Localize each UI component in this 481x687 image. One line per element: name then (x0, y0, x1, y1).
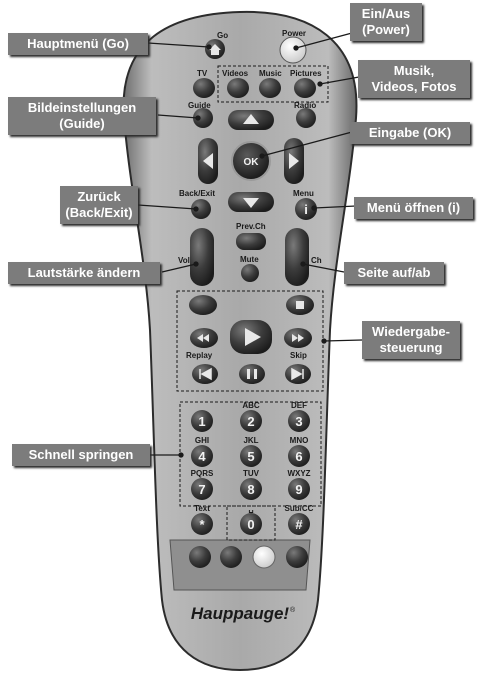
key-digit-label: 8 (247, 482, 254, 497)
videos-label: Videos (222, 69, 249, 78)
brand-logo: Hauppauge! (191, 604, 290, 623)
callout-playback-line2: steuerung (379, 340, 443, 355)
key-letters-label: GHI (195, 436, 209, 445)
go-label: Go (217, 31, 228, 40)
callout-menu-text: Menü öffnen (i) (366, 200, 461, 215)
videos-button[interactable] (227, 78, 249, 98)
pause-icon-bar (254, 369, 257, 379)
key-digit-label: 6 (295, 449, 302, 464)
callout-guide-line1: Bildeinstellungen (27, 100, 137, 115)
key-digit-label: # (295, 517, 303, 532)
key-digit-label: 4 (198, 449, 206, 464)
record-button[interactable] (189, 295, 217, 315)
callout-guide: Bildeinstellungen (Guide) (8, 97, 156, 135)
color-button-4[interactable] (286, 546, 308, 568)
callout-back-line2: (Back/Exit) (65, 205, 133, 220)
key-digit-label: 1 (198, 414, 205, 429)
callout-volume: Lautstärke ändern (8, 262, 160, 284)
key-letters-label: Sub/CC (285, 504, 314, 513)
pictures-button[interactable] (294, 78, 316, 98)
callout-media: Musik, Videos, Fotos (358, 60, 470, 98)
callout-ok-text: Eingabe (OK) (368, 125, 452, 140)
brand-trademark: ® (290, 606, 296, 614)
channel-rocker[interactable] (285, 228, 309, 286)
music-label: Music (259, 69, 282, 78)
tv-button[interactable] (193, 78, 215, 98)
callout-volume-text: Lautstärke ändern (27, 265, 141, 280)
key-letters-label: ␣ (248, 504, 253, 513)
key-digit-label: 5 (247, 449, 254, 464)
callout-media-line2: Videos, Fotos (371, 79, 457, 94)
key-digit-label: 7 (198, 482, 205, 497)
color-button-2[interactable] (220, 546, 242, 568)
ch-label: Ch (311, 256, 322, 265)
color-button-1[interactable] (189, 546, 211, 568)
menu-label: Menu (293, 189, 314, 198)
key-digit-label: 9 (295, 482, 302, 497)
back-exit-label: Back/Exit (179, 189, 215, 198)
key-letters-label: JKL (243, 436, 258, 445)
key-letters-label: Text (194, 504, 210, 513)
key-letters-label: ABC (242, 401, 260, 410)
power-button[interactable] (279, 36, 307, 64)
pictures-label: Pictures (290, 69, 322, 78)
key-letters-label: DEF (291, 401, 307, 410)
radio-button[interactable] (296, 108, 316, 128)
key-letters-label: MNO (290, 436, 309, 445)
callout-channel-text: Seite auf/ab (357, 265, 431, 280)
pause-button[interactable] (239, 364, 265, 384)
callout-back-line1: Zurück (77, 189, 121, 204)
callout-hauptmenu-text: Hauptmenü (Go) (27, 36, 129, 51)
callout-playback-line1: Wiedergabe- (372, 324, 450, 339)
mute-label: Mute (240, 255, 259, 264)
volume-rocker[interactable] (190, 228, 214, 286)
callout-media-line1: Musik, (393, 63, 435, 78)
ok-label: OK (244, 157, 260, 168)
key-digit-label: 3 (295, 414, 302, 429)
callout-power-line1: Ein/Aus (361, 6, 411, 21)
color-button-3[interactable] (252, 545, 276, 569)
callout-numbers: Schnell springen (12, 444, 150, 466)
info-icon: i (304, 202, 308, 217)
callout-power: Ein/Aus (Power) (350, 3, 422, 41)
key-letters-label: WXYZ (287, 469, 310, 478)
callout-menu: Menü öffnen (i) (354, 197, 473, 219)
key-digit-label: 2 (247, 414, 254, 429)
callout-ok: Eingabe (OK) (350, 122, 470, 144)
replay-label: Replay (186, 351, 213, 360)
prev-ch-label: Prev.Ch (236, 222, 266, 231)
callout-guide-line2: (Guide) (59, 116, 105, 131)
key-letters-label: PQRS (191, 469, 214, 478)
callout-power-line2: (Power) (362, 22, 410, 37)
callout-numbers-text: Schnell springen (28, 447, 134, 462)
prev-ch-button[interactable] (236, 233, 266, 250)
key-letters-label: TUV (243, 469, 260, 478)
callout-playback: Wiedergabe- steuerung (362, 321, 460, 359)
callout-channel: Seite auf/ab (344, 262, 444, 284)
callout-hauptmenu: Hauptmenü (Go) (8, 33, 148, 55)
stop-icon (296, 301, 304, 309)
key-digit-label: 0 (247, 517, 254, 532)
callout-back: Zurück (Back/Exit) (60, 186, 138, 224)
bottom-panel (169, 539, 311, 591)
tv-label: TV (197, 69, 208, 78)
skip-label: Skip (290, 351, 307, 360)
mute-button[interactable] (241, 264, 259, 282)
music-button[interactable] (259, 78, 281, 98)
remote-diagram: Go Power TV Videos Music Pictures Guide … (0, 0, 481, 682)
vol-label: Vol (178, 256, 190, 265)
pause-icon (247, 369, 250, 379)
